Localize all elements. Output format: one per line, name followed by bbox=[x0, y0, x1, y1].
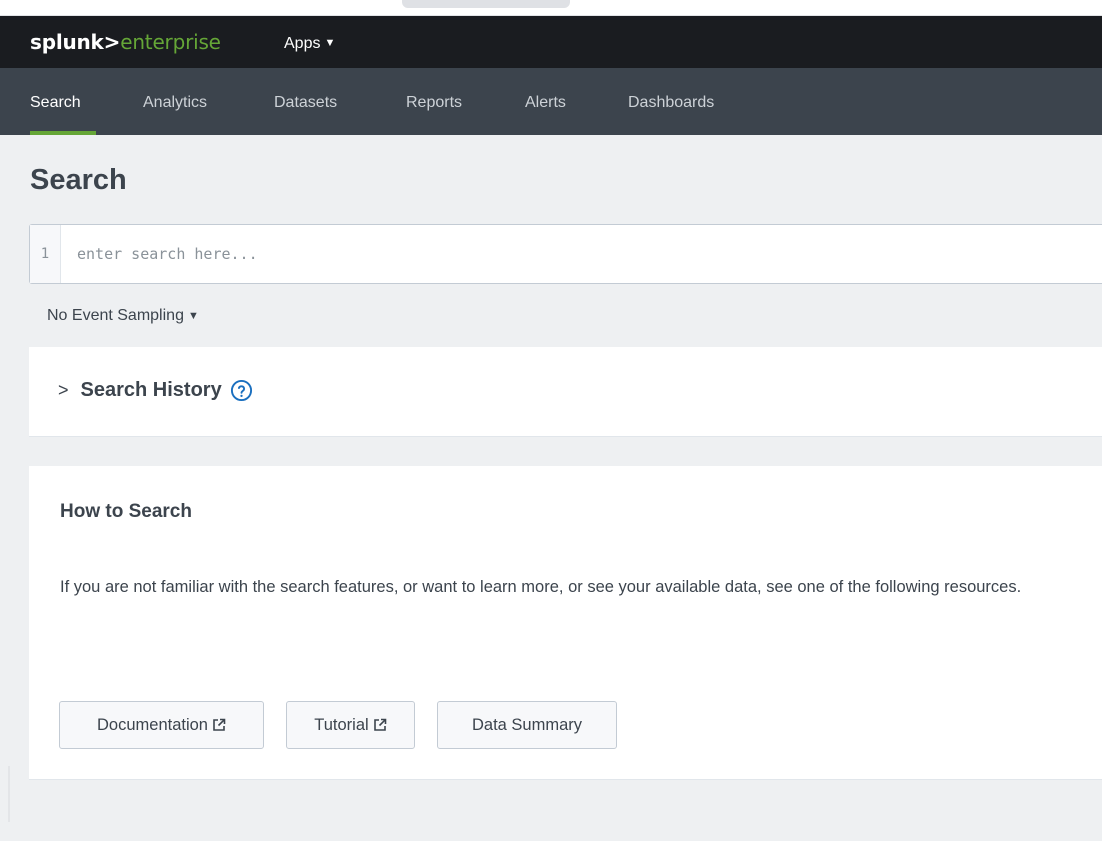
tab-alerts[interactable]: Alerts bbox=[525, 94, 566, 112]
event-sampling-label: No Event Sampling bbox=[47, 307, 184, 324]
page-title: Search bbox=[30, 164, 127, 196]
splunk-top-bar: splunk>enterprise Apps ▼ bbox=[0, 16, 1102, 68]
search-bar[interactable]: 1 bbox=[29, 224, 1102, 284]
search-history-panel: > Search History bbox=[29, 347, 1102, 437]
logo-brand: splunk> bbox=[30, 30, 121, 54]
browser-chrome-strip bbox=[0, 0, 1102, 16]
app-nav-bar: Search Analytics Datasets Reports Alerts… bbox=[0, 68, 1102, 135]
tutorial-button[interactable]: Tutorial bbox=[286, 701, 415, 749]
help-icon[interactable] bbox=[230, 379, 253, 402]
caret-down-icon: ▼ bbox=[324, 37, 336, 49]
data-summary-button-label: Data Summary bbox=[471, 715, 583, 734]
apps-menu-label: Apps bbox=[284, 35, 321, 52]
search-input[interactable] bbox=[75, 239, 975, 269]
logo-product: enterprise bbox=[120, 30, 221, 54]
tab-reports[interactable]: Reports bbox=[406, 94, 462, 112]
documentation-button[interactable]: Documentation bbox=[59, 701, 264, 749]
tab-datasets[interactable]: Datasets bbox=[274, 94, 337, 112]
chevron-right-icon: > bbox=[58, 380, 69, 400]
documentation-button-label: Documentation bbox=[97, 715, 208, 734]
data-summary-button[interactable]: Data Summary bbox=[437, 701, 617, 749]
tab-search[interactable]: Search bbox=[30, 94, 81, 112]
active-tab-indicator bbox=[30, 131, 96, 135]
event-sampling-dropdown[interactable]: No Event Sampling ▼ bbox=[47, 307, 199, 325]
splunk-logo[interactable]: splunk>enterprise bbox=[30, 30, 221, 54]
tab-dashboards[interactable]: Dashboards bbox=[628, 94, 714, 112]
external-link-icon bbox=[373, 718, 387, 731]
line-number-gutter: 1 bbox=[30, 225, 61, 283]
tab-analytics[interactable]: Analytics bbox=[143, 94, 207, 112]
search-history-toggle[interactable]: > Search History bbox=[58, 379, 253, 402]
caret-down-icon: ▼ bbox=[187, 310, 199, 322]
scroll-edge bbox=[8, 766, 10, 822]
how-to-search-description: If you are not familiar with the search … bbox=[60, 578, 1022, 596]
tutorial-button-label: Tutorial bbox=[314, 715, 369, 734]
apps-menu[interactable]: Apps ▼ bbox=[284, 35, 335, 53]
search-history-label: Search History bbox=[80, 379, 222, 401]
external-link-icon bbox=[213, 718, 226, 731]
how-to-search-panel: How to Search If you are not familiar wi… bbox=[29, 466, 1102, 780]
browser-tab-edge bbox=[402, 0, 570, 8]
how-to-search-title: How to Search bbox=[60, 501, 192, 522]
